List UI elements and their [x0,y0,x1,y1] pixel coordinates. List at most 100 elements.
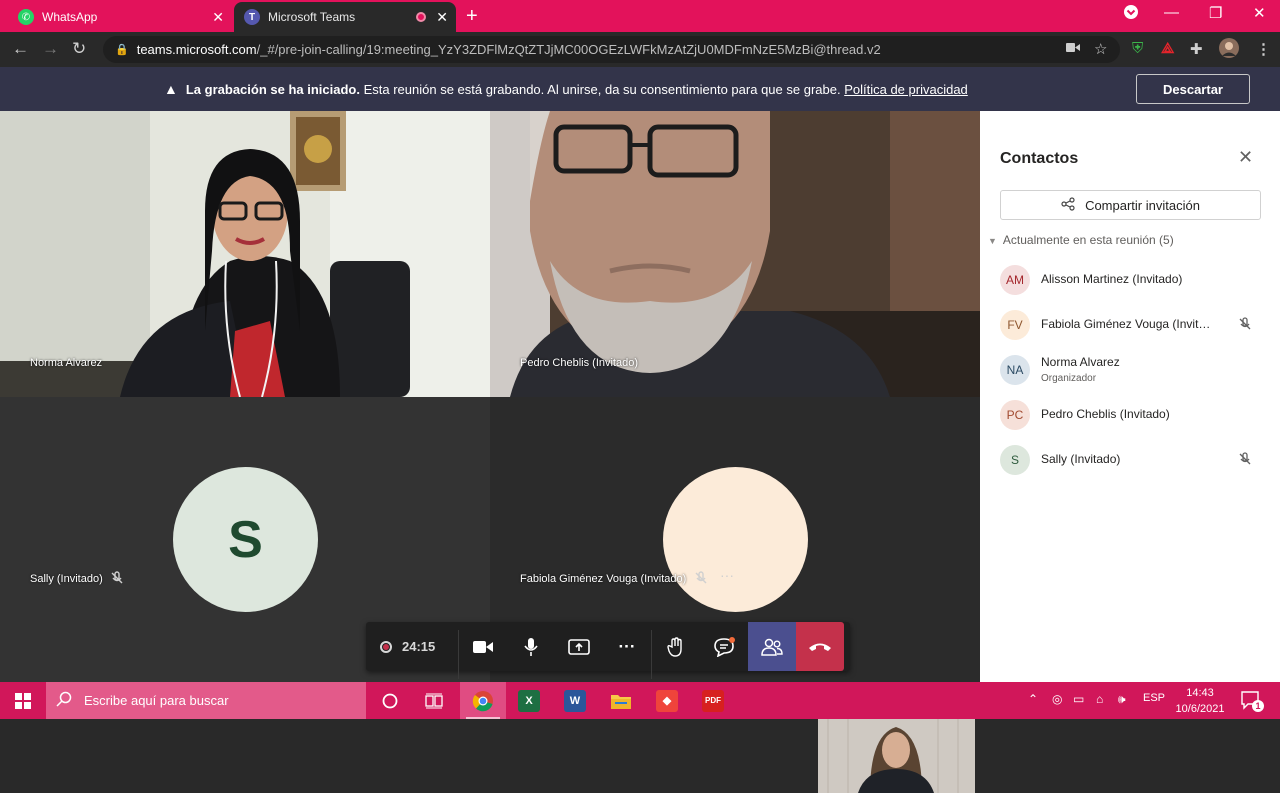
hang-up-button[interactable] [796,622,844,671]
video-tile-norma[interactable]: Norma Alvarez [0,111,490,397]
task-view-button[interactable] [412,682,456,719]
call-duration: 24:15 [402,639,436,654]
forward-icon[interactable]: → [42,39,59,59]
recording-banner: ▲ La grabación se ha iniciado. Esta reuni… [0,67,1280,111]
pdf-icon: PDF [702,689,724,712]
whatsapp-icon: ✆ [18,9,34,25]
search-icon [56,691,72,710]
participants-button[interactable] [748,622,796,671]
taskbar-pdf-reader[interactable]: PDF [690,682,736,719]
url-path: /_#/pre-join-calling/19:meeting_YzY3ZDFl… [256,42,881,57]
mic-off-icon [694,571,708,590]
windows-taskbar: Escribe aquí para buscar X W ◆ PDF ⌃ ◎ ▭… [0,682,1280,719]
participant-name: Pedro Cheblis (Invitado) [520,357,639,369]
participant-role: Organizador [1041,373,1097,384]
more-options-icon[interactable]: ··· [720,567,734,583]
network-icon[interactable]: ⌂ [1096,692,1103,706]
fabiola-avatar [663,467,808,612]
shield-extension-icon[interactable]: ⛨ [1132,40,1143,57]
participant-name: Pedro Cheblis (Invitado) [1041,407,1170,421]
show-hidden-icons-chevron-up-icon[interactable]: ⌃ [1028,692,1038,706]
privacy-policy-link[interactable]: Política de privacidad [844,82,968,97]
hand-icon [667,636,682,657]
share-invite-label: Compartir invitación [1085,197,1200,213]
participant-name: Norma Alvarez [1041,355,1120,369]
meet-now-icon[interactable]: ◎ [1052,692,1062,706]
taskbar-search-box[interactable]: Escribe aquí para buscar [46,682,366,719]
minimize-icon[interactable]: — [1164,4,1179,21]
in-meeting-section-header[interactable]: ▼ Actualmente en esta reunión (5) [988,233,1174,247]
pedro-video-feed [490,111,980,397]
pdf-extension-icon[interactable]: ⟁ [1161,40,1174,57]
section-label: Actualmente en esta reunión (5) [1002,233,1174,247]
taskbar-word[interactable]: W [552,682,598,719]
close-tab-icon[interactable]: ✕ [436,9,448,26]
participant-name: Sally (Invitado) [30,573,103,585]
profile-avatar-icon[interactable] [1219,38,1239,62]
participant-row-sally[interactable]: S Sally (Invitado) [1000,443,1260,477]
sally-avatar: S [173,467,318,612]
task-view-icon [425,693,443,708]
tab-microsoft-teams[interactable]: T Microsoft Teams ✕ [234,2,456,32]
raise-hand-button[interactable] [652,622,700,671]
volume-icon[interactable]: 🕪 [1118,692,1126,707]
search-placeholder: Escribe aquí para buscar [84,693,229,708]
participant-row-fabiola[interactable]: FV Fabiola Giménez Vouga (Invitado) [1000,308,1260,342]
mic-toggle-button[interactable] [507,622,555,671]
participant-name: Norma Alvarez [30,357,103,369]
browser-menu-icon[interactable]: ⋮ [1256,40,1271,58]
anydesk-icon: ◆ [656,689,678,712]
bookmark-star-icon[interactable]: ☆ [1094,40,1107,58]
cortana-circle-icon [382,693,398,708]
close-panel-icon[interactable]: ✕ [1238,147,1253,168]
clock[interactable]: 14:43 10/6/2021 [1172,685,1228,717]
word-icon: W [564,689,586,712]
battery-icon[interactable]: ▭ [1073,692,1084,706]
close-window-icon[interactable]: ✕ [1253,4,1266,22]
reload-icon[interactable]: ↻ [72,39,86,59]
taskbar-chrome[interactable] [460,682,506,719]
participant-row-alisson[interactable]: AM Alisson Martinez (Invitado) [1000,263,1260,297]
back-icon[interactable]: ← [12,39,29,59]
taskbar-excel[interactable]: X [506,682,552,719]
camera-icon[interactable] [1066,40,1080,57]
close-tab-icon[interactable]: ✕ [212,9,224,26]
mic-off-icon [1238,317,1252,334]
mic-off-icon [110,571,124,588]
tab-whatsapp[interactable]: ✆ WhatsApp ✕ [8,2,232,32]
record-icon [380,640,392,653]
mic-off-icon [1238,452,1252,469]
input-language[interactable]: ESP [1143,692,1165,704]
windows-logo-icon [15,692,31,709]
participant-name: Fabiola Giménez Vouga (Invitado) [520,573,687,585]
meeting-stage: Norma Alvarez Pedro Cheblis (Invitado) S… [0,111,980,793]
chat-button[interactable] [700,622,748,671]
share-invite-button[interactable]: Compartir invitación [1000,190,1261,220]
restore-icon[interactable]: ❐ [1209,4,1222,22]
microphone-icon [524,637,538,656]
tab-search-icon[interactable] [1123,4,1139,24]
chrome-icon [472,690,493,711]
norma-video-feed [0,111,490,397]
address-bar[interactable]: 🔒 teams.microsoft.com/_#/pre-join-callin… [103,36,1120,63]
recording-text: Esta reunión se está grabando. Al unirse… [363,82,841,97]
recording-indicator-icon [416,12,426,22]
more-actions-button[interactable]: ··· [603,622,651,671]
cortana-button[interactable] [368,682,412,719]
new-tab-button[interactable]: + [466,5,478,28]
video-tile-pedro[interactable]: Pedro Cheblis (Invitado) [490,111,980,397]
participant-row-norma[interactable]: NA Norma Alvarez Organizador [1000,353,1260,387]
taskbar-file-explorer[interactable] [598,682,644,719]
camera-toggle-button[interactable] [459,622,507,671]
extensions-puzzle-icon[interactable]: ✚ [1190,40,1203,58]
participant-row-pedro[interactable]: PC Pedro Cheblis (Invitado) [1000,398,1260,432]
lock-icon: 🔒 [115,44,129,56]
participant-name: Alisson Martinez (Invitado) [1041,272,1183,286]
taskbar-anydesk[interactable]: ◆ [644,682,690,719]
start-button[interactable] [0,682,46,719]
avatar: FV [1000,310,1030,340]
share-screen-button[interactable] [555,622,603,671]
call-controls: 24:15 ··· [366,622,850,679]
share-icon [1061,196,1075,214]
dismiss-button[interactable]: Descartar [1136,74,1250,104]
